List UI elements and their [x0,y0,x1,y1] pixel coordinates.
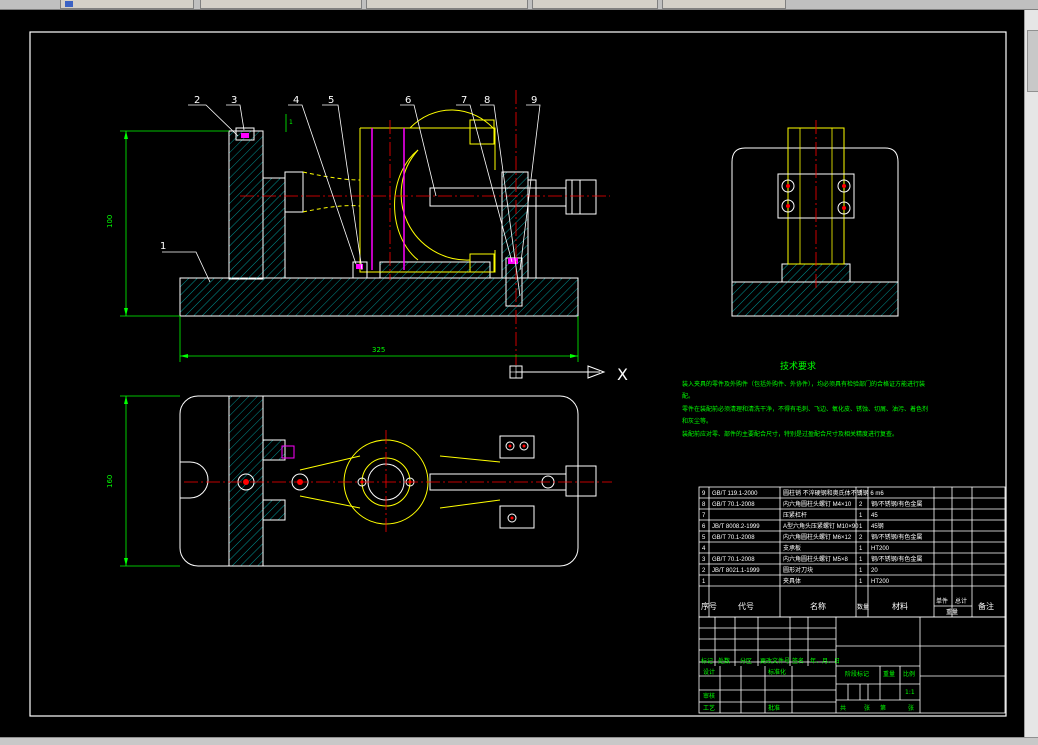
bom-cell-material: 钢/不锈钢/有色金属 [871,555,922,563]
drawing-border [29,31,1007,717]
svg-text:分区: 分区 [740,657,752,665]
balloon-6: 6 [405,95,411,106]
technical-requirements: 技术要求 装入夹具的零件及外购件（包括外购件、外协件），均必须具有检验部门的合格… [682,360,928,438]
bom-cell-no: 1 [702,579,706,585]
title-block [698,616,1006,714]
bom-cell-code: JB/T 8021.1-1999 [712,568,760,574]
bom-cell-no: 3 [702,557,706,563]
balloon-9: 9 [531,95,537,106]
bom-cell-qty: 1 [859,524,863,530]
bom-cell-no: 2 [702,568,706,574]
svg-text:更改文件号: 更改文件号 [760,657,790,665]
svg-text:重量: 重量 [946,608,958,616]
svg-text:工艺: 工艺 [703,704,715,712]
bom-cell-name: 内六角圆柱头螺钉 M5×8 [783,555,849,563]
dim-height-top: 160 [106,475,114,488]
tech-title: 技术要求 [780,360,816,372]
svg-text:年、月、日: 年、月、日 [810,657,840,665]
bom-cell-qty: 2 [859,502,863,508]
bom-cell-material: 45钢 [871,522,884,530]
bom-cell-name: 圆形对刀块 [783,566,813,574]
bom-cell-no: 8 [702,502,706,508]
svg-text:序号: 序号 [701,601,717,611]
cad-drawing: 100 1 325 1 2 3 4 5 6 7 8 9 X 160 技术要求 装… [29,31,1007,717]
bom-cell-no: 5 [702,535,706,541]
balloon-7: 7 [461,95,467,106]
svg-text:配。: 配。 [682,393,694,400]
svg-text:签名: 签名 [792,657,804,665]
svg-text:总计: 总计 [955,597,967,605]
svg-text:处数: 处数 [718,657,730,665]
bom-cell-name: 压紧杠杆 [783,511,807,519]
bom-cell-no: 4 [702,546,706,552]
svg-text:共: 共 [840,704,846,712]
bom-cell-no: 9 [702,491,706,497]
svg-text:审核: 审核 [703,692,715,700]
svg-text:和灰尘等。: 和灰尘等。 [682,417,712,425]
dim-length-front: 325 [372,346,385,354]
bom-cell-qty: 2 [859,535,863,541]
svg-text:张: 张 [908,704,914,712]
svg-text:代号: 代号 [738,601,754,611]
svg-text:第: 第 [880,704,886,712]
bom-cell-material: 钢/不锈钢/有色金属 [871,533,922,541]
front-view: 100 1 325 1 2 3 4 5 6 7 8 9 [106,90,610,365]
bom-header: 序号 代号 名称 数量 材料 单件 总计 重量 备注 [701,597,994,616]
balloon-8: 8 [484,95,490,106]
bom-cell-qty: 1 [859,557,863,563]
dim-height-front: 100 [106,215,114,228]
bom-cell-name: 圆柱销 不淬硬钢和奥氏体不锈钢 6 m6 [783,489,884,497]
svg-text:名称: 名称 [810,601,826,611]
svg-text:备注: 备注 [978,601,994,611]
svg-text:1:1: 1:1 [905,689,915,696]
side-view [731,120,899,317]
bom-cell-name: 夹具体 [783,577,801,585]
svg-text:比例: 比例 [903,670,915,678]
svg-text:重量: 重量 [883,670,895,678]
bom-cell-code: GB/T 70.1-2008 [712,535,755,541]
svg-text:零件在装配前必须清理和清洗干净，不得有毛刺、飞边、氧化皮、锈: 零件在装配前必须清理和清洗干净，不得有毛刺、飞边、氧化皮、锈蚀、切屑、油污、着色… [682,405,928,413]
svg-text:数量: 数量 [857,603,869,611]
bom-cell-material: 20 [871,568,878,574]
svg-text:装配前应对零、部件的主要配合尺寸，特别是过盈配合尺寸及相关精: 装配前应对零、部件的主要配合尺寸，特别是过盈配合尺寸及相关精度进行复查。 [682,430,898,438]
ucs-x-label: X [617,365,628,384]
svg-text:阶段标记: 阶段标记 [845,670,869,678]
bom-cell-name: 内六角圆柱头螺钉 M6×12 [783,533,852,541]
svg-text:装入夹具的零件及外购件（包括外购件、外协件），均必须具有检验: 装入夹具的零件及外购件（包括外购件、外协件），均必须具有检验部门的合格证方能进行… [682,380,925,388]
bom-cell-name: 内六角圆柱头螺钉 M4×10 [783,500,852,508]
balloon-2: 2 [194,95,200,106]
balloon-1: 1 [160,241,166,252]
ucs-icon: X [509,365,628,384]
bom-cell-qty: 1 [859,546,863,552]
svg-text:标记: 标记 [701,657,713,665]
bom-cell-material: 45 [871,513,878,519]
bom-cell-qty: 1 [859,579,863,585]
bom-cell-code: GB/T 70.1-2008 [712,557,755,563]
bom-cell-material: HT200 [871,546,890,552]
bom-cell-material: HT200 [871,579,890,585]
dim-small: 1 [289,119,293,126]
balloon-3: 3 [231,95,237,106]
bom-cell-code: JB/T 8008.2-1999 [712,524,760,530]
top-view: 160 [106,395,612,567]
bom-cell-qty: 1 [859,568,863,574]
bom-cell-name: 支承板 [783,544,801,552]
balloon-5: 5 [328,95,334,106]
svg-text:张: 张 [864,704,870,712]
bom-cell-no: 7 [702,513,706,519]
bom-rows: 9 GB/T 119.1-2000 圆柱销 不淬硬钢和奥氏体不锈钢 6 m6 2 8 GB… [702,489,922,585]
bom-cell-code: GB/T 70.1-2008 [712,502,755,508]
bom-cell-name: A型六角头压紧螺钉 M10×90 [783,522,859,530]
balloon-4: 4 [293,95,299,106]
bom-cell-code: GB/T 119.1-2000 [712,491,758,497]
bom-cell-material: 钢/不锈钢/有色金属 [871,500,922,508]
svg-text:标准化: 标准化 [768,668,786,676]
bom-cell-no: 6 [702,524,706,530]
svg-text:材料: 材料 [892,601,908,611]
svg-text:设计: 设计 [703,668,715,676]
bom-cell-qty: 1 [859,513,863,519]
svg-text:单件: 单件 [936,597,948,605]
svg-text:批准: 批准 [768,704,780,712]
